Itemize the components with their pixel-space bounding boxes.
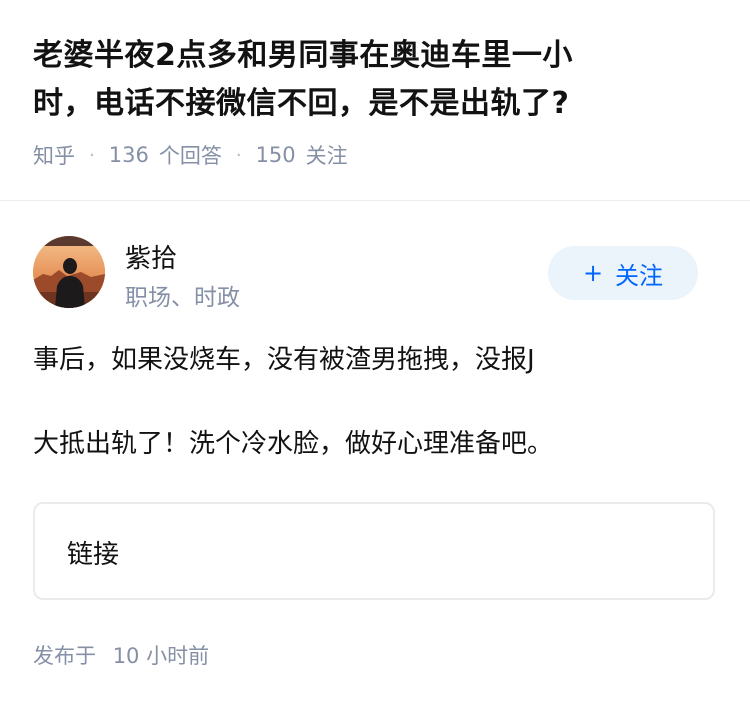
author-name[interactable]: 紫拾 xyxy=(125,238,177,275)
publish-time: 10 小时前 xyxy=(112,644,210,668)
question-title[interactable]: 老婆半夜2点多和男同事在奥迪车里一小 时，电话不接微信不回，是不是出轨了? xyxy=(33,32,723,128)
answer-paragraph-2: 大抵出轨了！洗个冷水脸，做好心理准备吧。 xyxy=(33,429,554,459)
link-card-label: 链接 xyxy=(67,540,120,570)
author-tags: 职场、时政 xyxy=(125,285,240,311)
question-header: 老婆半夜2点多和男同事在奥迪车里一小 时，电话不接微信不回，是不是出轨了? 知乎… xyxy=(33,32,723,170)
answer-paragraph-1: 事后，如果没烧车，没有被渣男拖拽，没报J xyxy=(33,340,633,380)
plus-icon: + xyxy=(582,259,604,287)
follow-button-label: 关注 xyxy=(615,261,664,290)
question-title-line2: 时，电话不接微信不回，是不是出轨了? xyxy=(33,86,570,121)
avatar-photo-icon xyxy=(33,236,105,308)
avatar[interactable] xyxy=(33,236,105,308)
answer-count-label: 个回答 xyxy=(158,144,222,168)
section-divider xyxy=(0,200,750,201)
meta-separator: · xyxy=(235,144,242,166)
answer-count: 136 xyxy=(108,143,149,167)
question-title-line1: 老婆半夜2点多和男同事在奥迪车里一小 xyxy=(33,38,573,73)
follower-count: 150 xyxy=(255,143,296,167)
link-card[interactable]: 链接 xyxy=(33,502,715,600)
question-meta: 知乎 · 136 个回答 · 150 关注 xyxy=(33,140,723,170)
author-row: 紫拾 职场、时政 + 关注 xyxy=(33,236,698,311)
meta-separator: · xyxy=(89,144,95,166)
publish-info: 发布于 10 小时前 xyxy=(33,640,209,670)
publish-label: 发布于 xyxy=(33,644,96,668)
follower-count-label: 关注 xyxy=(305,144,348,168)
source-label[interactable]: 知乎 xyxy=(33,140,75,170)
follow-button[interactable]: + 关注 xyxy=(548,246,698,300)
